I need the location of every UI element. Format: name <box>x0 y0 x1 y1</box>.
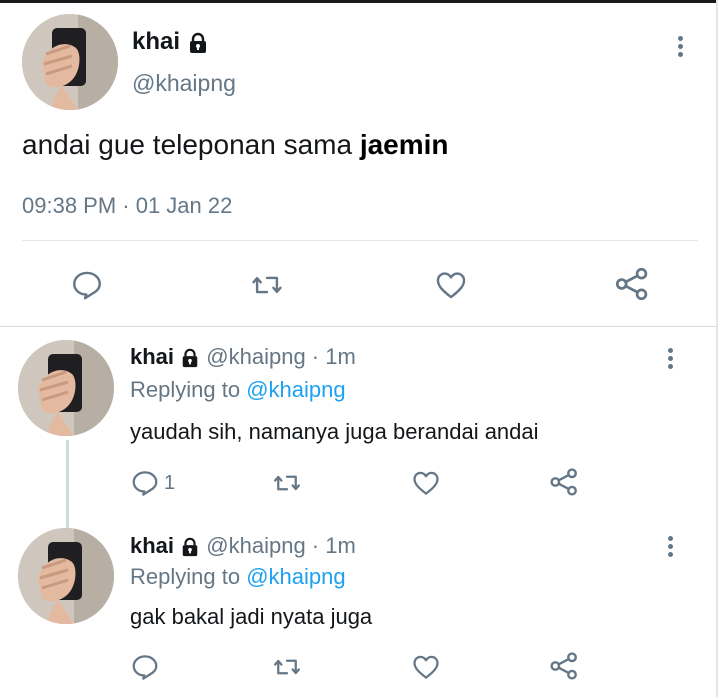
more-options-icon[interactable] <box>678 36 684 60</box>
reply-header[interactable]: khai @khaipng · 1m <box>130 533 356 559</box>
like-icon[interactable] <box>410 468 442 498</box>
reply-text: yaudah sih, namanya juga berandai andai <box>130 419 539 444</box>
avatar-photo <box>18 340 114 436</box>
reply-header[interactable]: khai @khaipng · 1m <box>130 344 356 370</box>
tweet-text-emphasis: jaemin <box>359 129 449 160</box>
replying-to-prefix: Replying to <box>130 377 241 402</box>
divider <box>22 240 698 241</box>
replying-to-prefix: Replying to <box>130 564 241 589</box>
section-divider <box>0 326 718 327</box>
replying-to-mention[interactable]: @khaipng <box>246 564 345 589</box>
share-icon[interactable] <box>548 650 580 682</box>
top-border <box>0 0 718 3</box>
replying-to-mention[interactable]: @khaipng <box>246 377 345 402</box>
replying-to: Replying to @khaipng <box>130 377 346 403</box>
reply-icon[interactable] <box>70 268 104 302</box>
retweet-icon[interactable] <box>272 468 302 498</box>
thread-connector <box>66 440 69 528</box>
author-name[interactable]: khai <box>130 344 174 369</box>
share-icon[interactable] <box>548 466 580 498</box>
lock-icon <box>189 32 206 53</box>
reply-icon[interactable] <box>130 652 160 682</box>
lock-icon <box>182 537 198 557</box>
reply-text: gak bakal jadi nyata juga <box>130 604 373 629</box>
reply-count: 1 <box>164 472 176 494</box>
retweet-icon[interactable] <box>250 268 284 302</box>
like-icon[interactable] <box>410 652 442 682</box>
avatar-photo <box>22 14 118 110</box>
like-icon[interactable] <box>433 268 469 302</box>
author-handle-time[interactable]: @khaipng · 1m <box>206 533 356 558</box>
tweet-text-main: andai gue teleponan sama <box>22 129 353 160</box>
author-handle[interactable]: @khaipng <box>132 70 236 97</box>
avatar[interactable] <box>22 14 118 110</box>
avatar-photo <box>18 528 114 624</box>
retweet-icon[interactable] <box>272 652 302 682</box>
avatar[interactable] <box>18 340 114 436</box>
replying-to: Replying to @khaipng <box>130 564 346 590</box>
author-name[interactable]: khai <box>130 533 174 558</box>
more-options-icon[interactable] <box>668 536 674 560</box>
more-options-icon[interactable] <box>668 348 674 372</box>
author-name[interactable]: khai <box>132 28 180 55</box>
author-handle-time[interactable]: @khaipng · 1m <box>206 344 356 369</box>
lock-icon <box>182 348 198 368</box>
avatar[interactable] <box>18 528 114 624</box>
tweet-timestamp[interactable]: 09:38 PM · 01 Jan 22 <box>22 193 232 219</box>
author-name-row[interactable]: khai <box>132 28 209 56</box>
tweet-text: andai gue teleponan sama jaemin <box>22 129 449 161</box>
share-icon[interactable] <box>613 265 651 303</box>
reply-icon[interactable] <box>130 468 160 498</box>
